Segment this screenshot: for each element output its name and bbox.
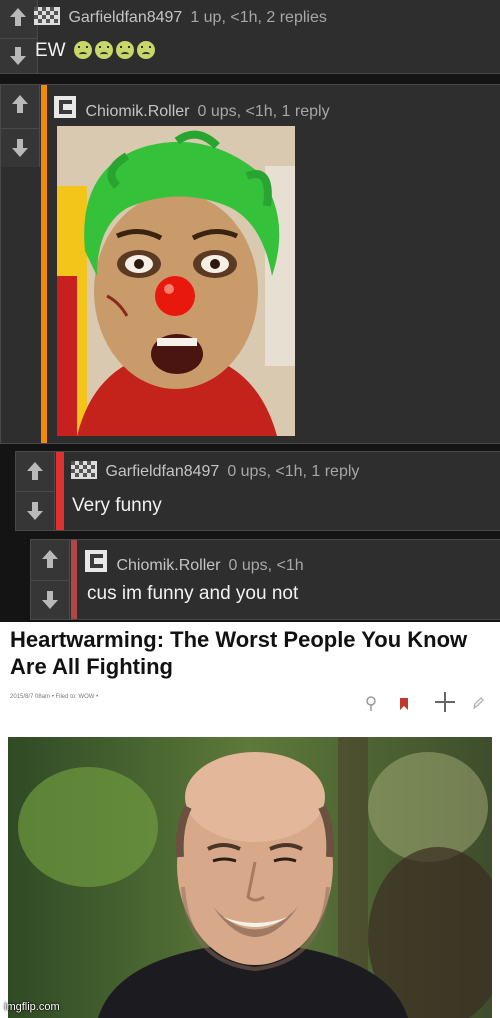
downvote-button[interactable]	[0, 38, 37, 73]
nauseated-face-icon	[136, 41, 155, 59]
comment-text: cus im funny and you not	[87, 583, 299, 604]
arrow-up-icon	[12, 95, 28, 113]
comment-2: Chiomik.Roller 0 ups, <1h, 1 reply	[0, 84, 500, 444]
nauseated-face-icon	[115, 41, 134, 59]
downvote-button[interactable]	[1, 128, 39, 167]
downvote-button[interactable]	[16, 491, 54, 530]
comment-meta: Garfieldfan8497 0 ups, <1h, 1 reply	[71, 461, 359, 481]
comment-text: EW	[35, 40, 155, 62]
arrow-down-icon	[42, 591, 58, 609]
arrow-up-icon	[10, 8, 26, 26]
arrow-down-icon	[12, 139, 28, 157]
comment-text: Very funny	[72, 495, 162, 516]
comment-image[interactable]	[57, 126, 295, 436]
article-toolbar	[362, 688, 492, 720]
reply-depth-stripe	[71, 540, 77, 619]
comment-username[interactable]: Chiomik.Roller	[85, 103, 189, 120]
checker-avatar-icon	[71, 461, 97, 479]
upvote-button[interactable]	[0, 0, 37, 34]
reply-depth-stripe	[56, 452, 64, 530]
imgflip-watermark: imgflip.com	[4, 1001, 60, 1013]
vote-column	[1, 85, 40, 167]
comment-stats: 0 ups, <1h, 1 reply	[227, 463, 360, 480]
nauseated-face-icon	[94, 41, 113, 59]
bracket-avatar-icon	[54, 96, 76, 118]
vote-column	[0, 0, 38, 73]
comment-text-value: EW	[35, 40, 66, 61]
comment-meta: Garfieldfan8497 1 up, <1h, 2 replies	[34, 7, 327, 27]
upvote-button[interactable]	[16, 452, 54, 490]
upvote-button[interactable]	[31, 540, 69, 578]
vote-column	[31, 540, 70, 619]
comment-username[interactable]: Chiomik.Roller	[116, 557, 220, 574]
clown-photo	[57, 126, 295, 436]
meme-byline: 2015/8/7 08am • Filed to: WOW •	[10, 694, 99, 700]
smiling-man-illustration	[8, 737, 492, 1018]
comment-3: Garfieldfan8497 0 ups, <1h, 1 reply Very …	[15, 451, 500, 531]
nauseated-face-icon	[73, 41, 92, 59]
arrow-up-icon	[27, 462, 43, 480]
comment-thread: Garfieldfan8497 1 up, <1h, 2 replies EW C…	[0, 0, 500, 622]
comment-username[interactable]: Garfieldfan8497	[68, 9, 182, 26]
bracket-avatar-icon	[85, 550, 107, 572]
bookmark-icon	[400, 698, 408, 710]
comment-meta: Chiomik.Roller 0 ups, <1h	[84, 549, 304, 575]
meme-image: Heartwarming: The Worst People You Know …	[0, 622, 500, 1018]
upvote-button[interactable]	[1, 85, 39, 123]
vote-column	[16, 452, 55, 530]
plus-icon	[435, 692, 455, 712]
comment-1: Garfieldfan8497 1 up, <1h, 2 replies EW	[0, 0, 500, 74]
arrow-down-icon	[27, 502, 43, 520]
downvote-button[interactable]	[31, 580, 69, 619]
comment-username[interactable]: Garfieldfan8497	[105, 463, 219, 480]
arrow-down-icon	[10, 47, 26, 65]
comment-meta: Chiomik.Roller 0 ups, <1h, 1 reply	[53, 95, 330, 121]
smiling-man-photo	[8, 737, 492, 1018]
edit-icon	[473, 697, 484, 710]
checker-avatar-icon	[34, 7, 60, 25]
comment-stats: 0 ups, <1h, 1 reply	[197, 103, 330, 120]
arrow-up-icon	[42, 550, 58, 568]
meme-headline: Heartwarming: The Worst People You Know …	[10, 627, 468, 679]
comment-stats: 1 up, <1h, 2 replies	[190, 9, 327, 26]
pin-icon	[366, 696, 376, 711]
comment-4: Chiomik.Roller 0 ups, <1h cus im funny an…	[30, 539, 500, 620]
reply-depth-stripe	[41, 85, 47, 443]
comment-stats: 0 ups, <1h	[228, 557, 304, 574]
